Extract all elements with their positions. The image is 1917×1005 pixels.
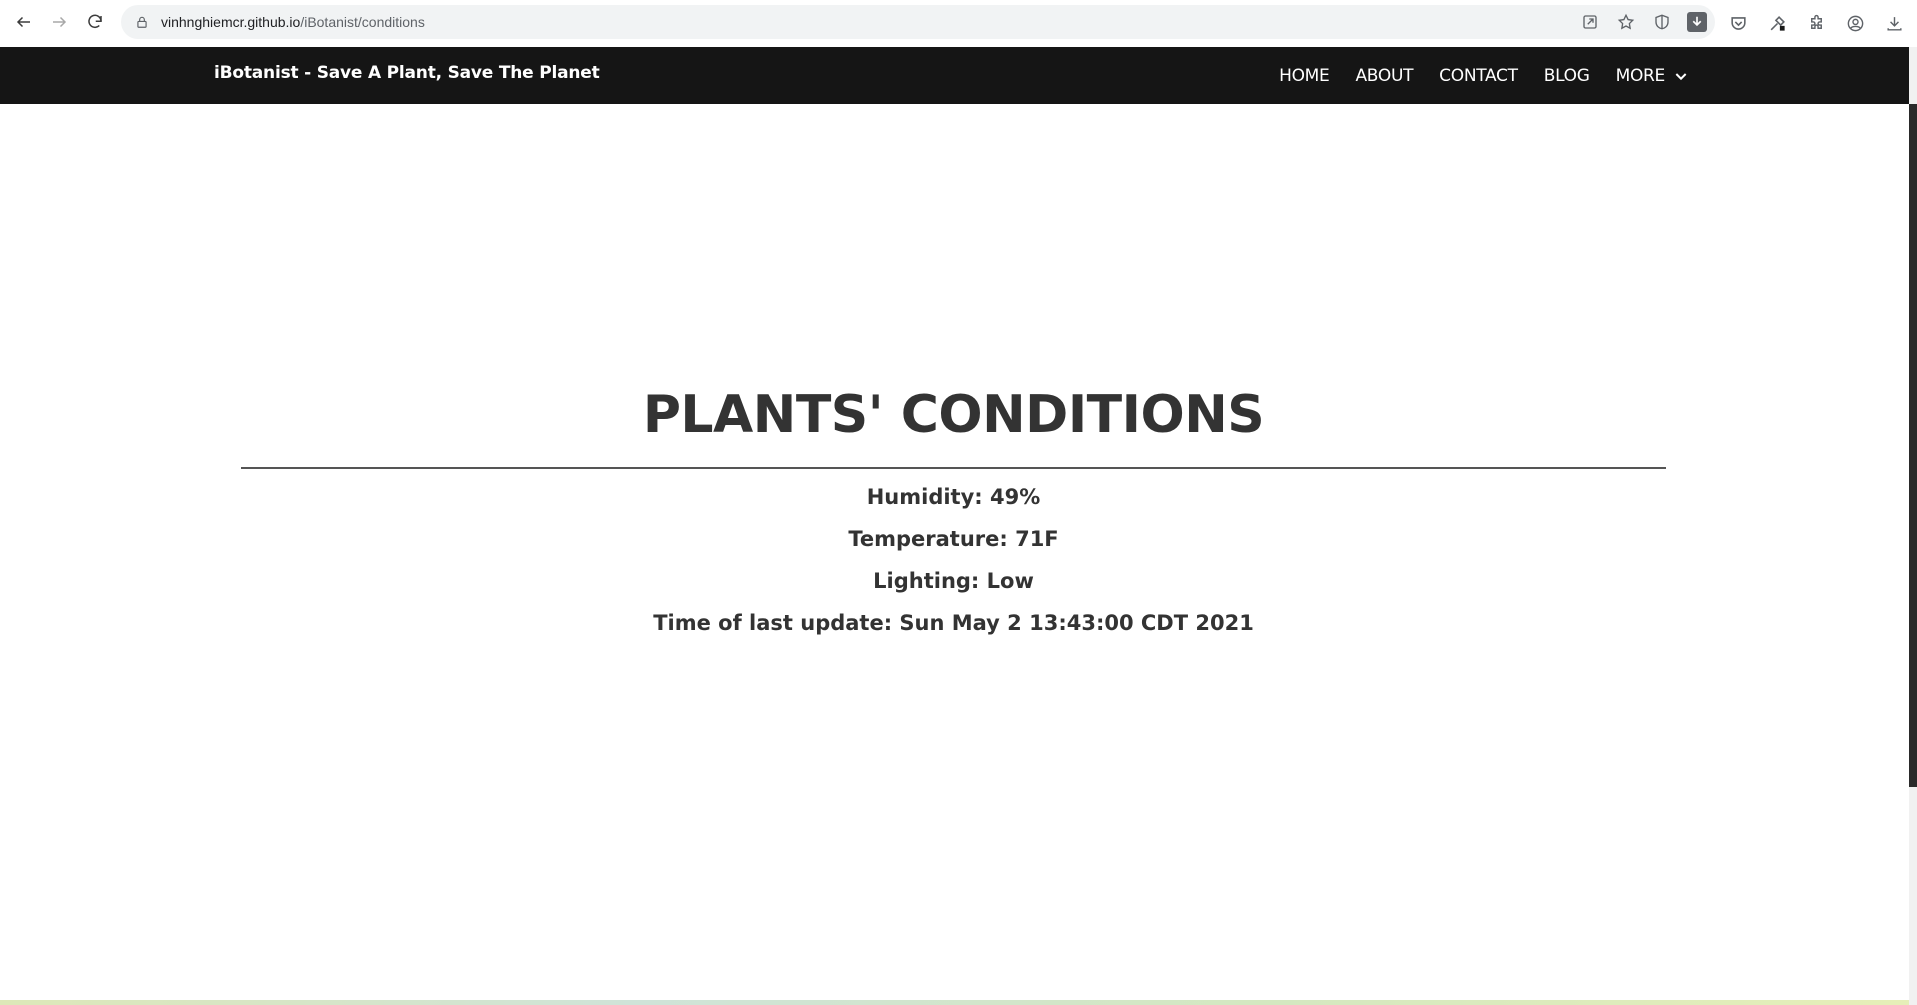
puzzle-extensions-icon[interactable] <box>1805 12 1827 34</box>
nav-more-label: MORE <box>1615 65 1666 86</box>
site-title-link[interactable]: iBotanist - Save A Plant, Save The Plane… <box>214 63 600 83</box>
downloads-icon[interactable] <box>1883 12 1905 34</box>
heading-divider <box>241 467 1666 469</box>
back-button[interactable] <box>6 4 42 40</box>
eyedropper-extension-icon[interactable] <box>1766 12 1788 34</box>
last-update-time: Time of last update: Sun May 2 13:43:00 … <box>653 611 1254 635</box>
site-nav: HOME ABOUT CONTACT BLOG MORE <box>1279 47 1689 104</box>
forward-button[interactable] <box>41 4 77 40</box>
arrow-left-icon <box>16 16 30 28</box>
humidity-reading: Humidity: 49% <box>866 485 1041 509</box>
site-header: iBotanist - Save A Plant, Save The Plane… <box>0 47 1909 104</box>
arrow-right-icon <box>53 16 67 28</box>
extensions-area <box>1727 8 1905 38</box>
bookmark-star-icon[interactable] <box>1615 11 1637 33</box>
nav-about-link[interactable]: ABOUT <box>1355 66 1413 86</box>
lighting-reading: Lighting: Low <box>873 569 1034 593</box>
lock-icon <box>133 13 151 31</box>
nav-more-dropdown[interactable]: MORE <box>1616 66 1689 86</box>
nav-home-link[interactable]: HOME <box>1279 66 1330 86</box>
scrollbar-thumb[interactable] <box>1909 104 1917 787</box>
reload-button[interactable] <box>77 4 113 40</box>
reload-icon <box>88 14 102 29</box>
browser-toolbar: vinhnghiemcr.github.io/iBotanist/conditi… <box>0 0 1917 46</box>
nav-blog-link[interactable]: BLOG <box>1544 66 1590 86</box>
share-icon[interactable] <box>1579 11 1601 33</box>
nav-contact-link[interactable]: CONTACT <box>1439 66 1518 86</box>
download-icon[interactable] <box>1687 12 1707 32</box>
footer-accent-strip <box>0 1000 1909 1005</box>
pocket-extension-icon[interactable] <box>1727 12 1749 34</box>
chevron-down-icon <box>1673 68 1689 84</box>
shield-icon[interactable] <box>1651 11 1673 33</box>
profile-avatar-icon[interactable] <box>1844 12 1866 34</box>
url-text: vinhnghiemcr.github.io/iBotanist/conditi… <box>161 14 425 30</box>
page-title: PLANTS' CONDITIONS <box>642 385 1265 445</box>
url-host: vinhnghiemcr.github.io <box>161 14 301 30</box>
url-path: /iBotanist/conditions <box>300 14 425 30</box>
temperature-reading: Temperature: 71F <box>848 527 1059 551</box>
address-bar[interactable]: vinhnghiemcr.github.io/iBotanist/conditi… <box>121 5 1715 39</box>
